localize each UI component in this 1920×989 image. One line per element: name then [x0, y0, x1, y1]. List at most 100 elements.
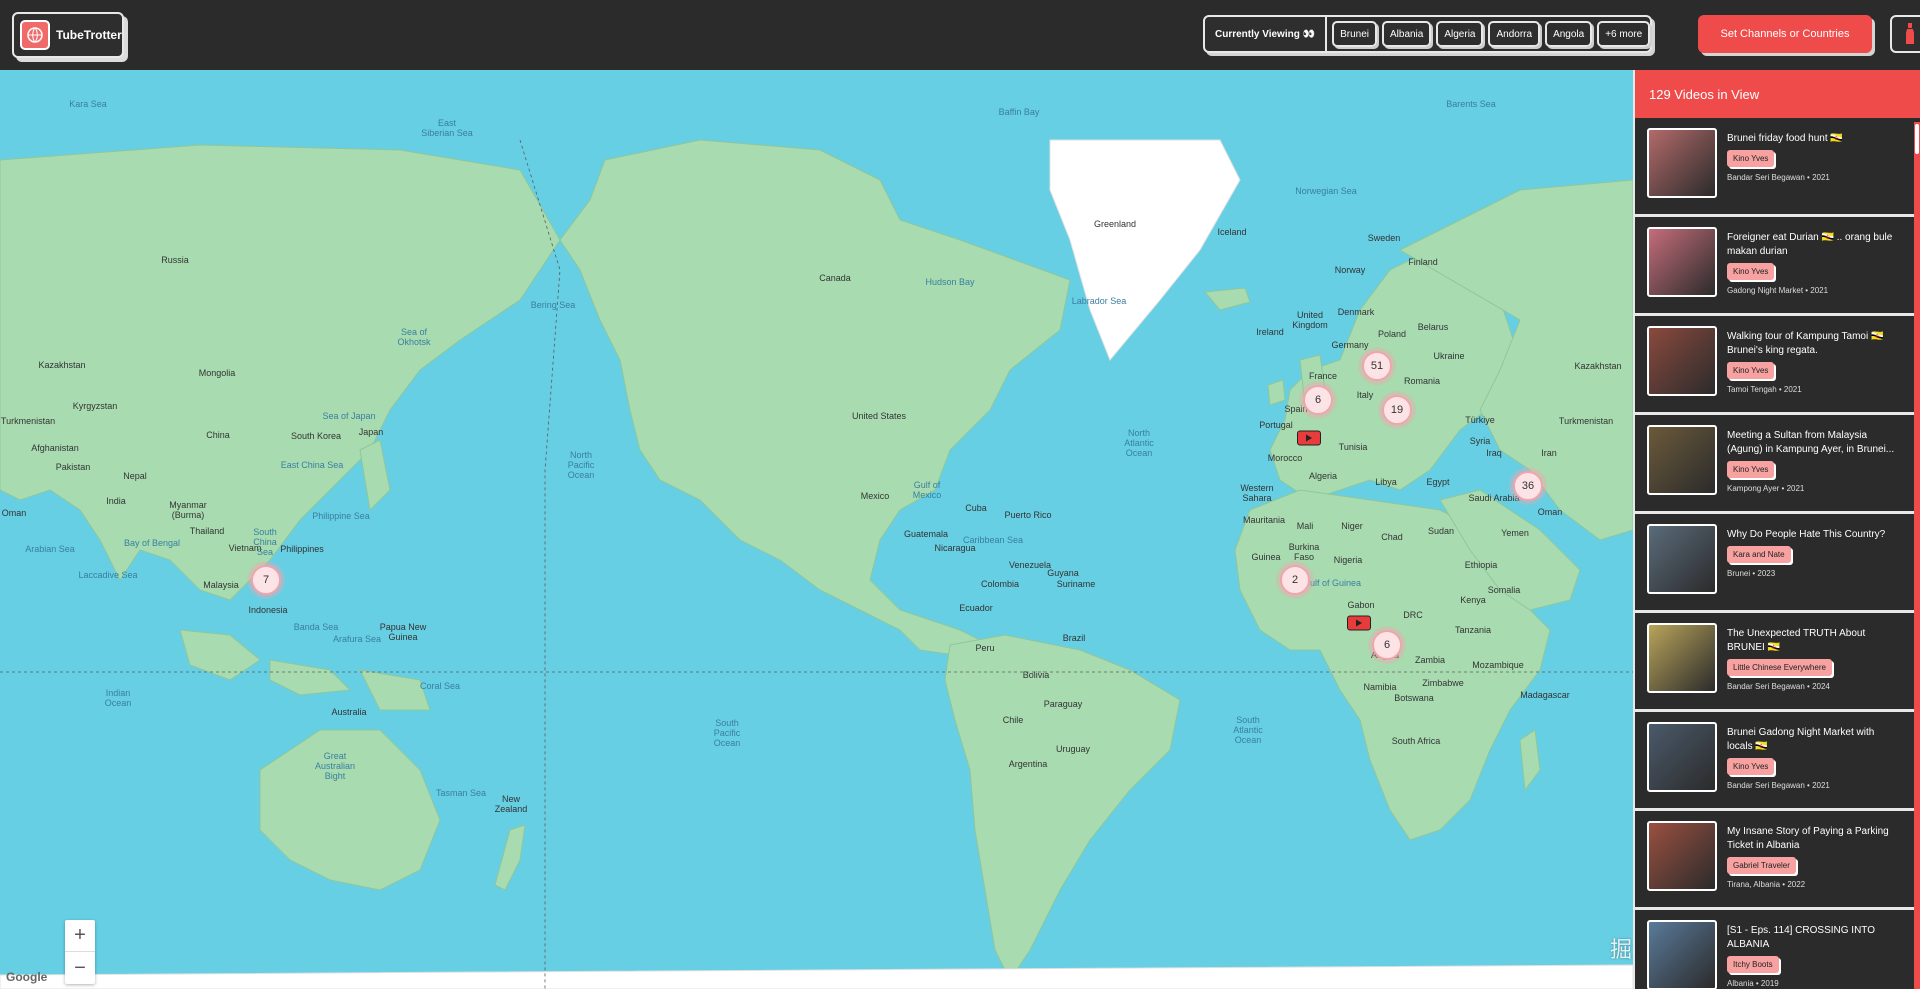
video-thumbnail[interactable] [1647, 920, 1717, 989]
video-card-body: Why Do People Hate This Country? Kara and… [1727, 524, 1897, 578]
map-label-south-africa: South Africa [1391, 736, 1441, 746]
app-logo-button[interactable]: TubeTrotter [12, 12, 124, 58]
channel-chip[interactable]: Kino Yves [1727, 758, 1775, 775]
video-thumbnail[interactable] [1647, 425, 1717, 495]
country-chip-brunei[interactable]: Brunei [1332, 21, 1377, 47]
zoom-in-button[interactable]: + [65, 920, 95, 952]
video-thumbnail[interactable] [1647, 524, 1717, 594]
video-cluster-arabia[interactable]: 36 [1513, 471, 1543, 501]
video-title[interactable]: Foreigner eat Durian 🇧🇳 .. orang bule ma… [1727, 231, 1897, 259]
video-title[interactable]: The Unexpected TRUTH About BRUNEI 🇧🇳 [1727, 627, 1897, 655]
country-chip-algeria[interactable]: Algeria [1436, 21, 1484, 47]
video-title[interactable]: Meeting a Sultan from Malaysia (Agung) i… [1727, 429, 1897, 457]
map-label-chile: Chile [1002, 715, 1024, 725]
sidebar-scrollbar-thumb[interactable] [1915, 124, 1919, 154]
ocean-label-gulf-of-mexico: Gulf of Mexico [912, 480, 942, 500]
video-card[interactable]: Meeting a Sultan from Malaysia (Agung) i… [1635, 415, 1920, 514]
video-list: Brunei friday food hunt 🇧🇳 Kino Yves Banda… [1635, 118, 1920, 989]
bottle-menu-button[interactable] [1890, 15, 1920, 53]
video-location-year: Gadong Night Market • 2021 [1727, 286, 1829, 295]
map-label-zimbabwe: Zimbabwe [1422, 678, 1464, 688]
map-label-turkiye: Türkiye [1465, 415, 1495, 425]
video-title[interactable]: Why Do People Hate This Country? [1727, 528, 1897, 542]
channel-chip[interactable]: Kino Yves [1727, 362, 1775, 379]
channel-chip[interactable]: Kino Yves [1727, 461, 1775, 478]
video-cluster-indonesia[interactable]: 7 [251, 565, 281, 595]
more-countries-chip[interactable]: +6 more [1597, 21, 1651, 47]
google-attribution-logo[interactable]: Google [6, 970, 47, 984]
country-chip-angola[interactable]: Angola [1545, 21, 1593, 47]
map-label-india: India [106, 496, 126, 506]
video-location-year: Bandar Seri Begawan • 2021 [1727, 173, 1830, 182]
video-card[interactable]: My Insane Story of Paying a Parking Tick… [1635, 811, 1920, 910]
map-label-burkina-faso: Burkina Faso [1288, 542, 1320, 562]
map-label-puerto-rico: Puerto Rico [1004, 510, 1052, 520]
map-label-niger: Niger [1341, 521, 1363, 531]
map-label-iceland: Iceland [1217, 227, 1247, 237]
map-label-mali: Mali [1296, 521, 1314, 531]
video-cluster-europe[interactable]: 51 [1362, 351, 1392, 381]
video-card[interactable]: Why Do People Hate This Country? Kara and… [1635, 514, 1920, 613]
set-channels-countries-button[interactable]: Set Channels or Countries [1698, 15, 1872, 53]
sidebar-scrollbar[interactable] [1914, 122, 1920, 989]
map-label-ethiopia: Ethiopia [1464, 560, 1498, 570]
video-cluster-balkans[interactable]: 19 [1382, 395, 1412, 425]
map-label-mozambique: Mozambique [1472, 660, 1524, 670]
ocean-label-north-pacific: North Pacific Ocean [567, 450, 595, 480]
zoom-out-button[interactable]: − [65, 952, 95, 984]
video-thumbnail[interactable] [1647, 623, 1717, 693]
ocean-label-south-pacific: South Pacific Ocean [713, 718, 741, 748]
map-label-france: France [1308, 371, 1338, 381]
video-title[interactable]: Brunei friday food hunt 🇧🇳 [1727, 132, 1897, 146]
channel-chip[interactable]: Gabriel Traveler [1727, 857, 1796, 874]
ocean-label-great-australian-bight: Great Australian Bight [314, 751, 356, 781]
map-label-venezuela: Venezuela [1008, 560, 1052, 570]
country-chip-albania[interactable]: Albania [1381, 21, 1432, 47]
ocean-label-bering-sea: Bering Sea [530, 300, 576, 310]
channel-chip[interactable]: Kino Yves [1727, 150, 1775, 167]
world-map[interactable]: Russia Kazakhstan Mongolia China Kyrgyzs… [0, 70, 1633, 989]
video-location-year: Brunei • 2023 [1727, 569, 1776, 578]
map-label-japan: Japan [358, 427, 384, 437]
channel-chip[interactable]: Little Chinese Everywhere [1727, 659, 1832, 676]
video-cluster-iberia[interactable]: 6 [1303, 385, 1333, 415]
video-card[interactable]: [S1 - Eps. 114] CROSSING INTO ALBANIA Itc… [1635, 910, 1920, 989]
video-thumbnail[interactable] [1647, 821, 1717, 891]
map-label-cuba: Cuba [965, 503, 987, 513]
video-thumbnail[interactable] [1647, 227, 1717, 297]
channel-chip[interactable]: Itchy Boots [1727, 956, 1779, 973]
ocean-label-south-china-sea: South China Sea [253, 527, 277, 557]
ocean-label-labrador-sea: Labrador Sea [1071, 296, 1127, 306]
video-card-body: My Insane Story of Paying a Parking Tick… [1727, 821, 1897, 889]
video-card[interactable]: Brunei friday food hunt 🇧🇳 Kino Yves Banda… [1635, 118, 1920, 217]
video-thumbnail[interactable] [1647, 326, 1717, 396]
video-title[interactable]: [S1 - Eps. 114] CROSSING INTO ALBANIA [1727, 924, 1897, 952]
video-card[interactable]: Foreigner eat Durian 🇧🇳 .. orang bule ma… [1635, 217, 1920, 316]
channel-chip[interactable]: Kino Yves [1727, 263, 1775, 280]
video-card[interactable]: Walking tour of Kampung Tamoi 🇧🇳 Brunei'… [1635, 316, 1920, 415]
map-label-guyana: Guyana [1047, 568, 1079, 578]
video-location-year: Kampong Ayer • 2021 [1727, 484, 1805, 493]
map-label-romania: Romania [1403, 376, 1441, 386]
video-cluster-west-africa[interactable]: 2 [1280, 565, 1310, 595]
map-label-zambia: Zambia [1414, 655, 1446, 665]
video-thumbnail[interactable] [1647, 128, 1717, 198]
video-card[interactable]: The Unexpected TRUTH About BRUNEI 🇧🇳 Litt… [1635, 613, 1920, 712]
video-card-body: Foreigner eat Durian 🇧🇳 .. orang bule ma… [1727, 227, 1897, 295]
ocean-label-east-china-sea: East China Sea [280, 460, 344, 470]
video-thumbnail[interactable] [1647, 722, 1717, 792]
video-marker-angola[interactable] [1347, 615, 1371, 631]
video-marker-algeria[interactable] [1297, 430, 1321, 446]
video-cluster-central-africa[interactable]: 6 [1372, 630, 1402, 660]
map-label-chad: Chad [1381, 532, 1403, 542]
video-title[interactable]: Walking tour of Kampung Tamoi 🇧🇳 Brunei'… [1727, 330, 1897, 358]
ocean-label-barents-sea: Barents Sea [1446, 99, 1496, 109]
map-label-drc: DRC [1403, 610, 1423, 620]
video-title[interactable]: My Insane Story of Paying a Parking Tick… [1727, 825, 1897, 853]
currently-viewing-bar: Currently Viewing 👀 Brunei Albania Alger… [1203, 15, 1652, 53]
video-title[interactable]: Brunei Gadong Night Market with locals 🇧… [1727, 726, 1897, 754]
country-chip-andorra[interactable]: Andorra [1488, 21, 1541, 47]
channel-chip[interactable]: Kara and Nate [1727, 546, 1791, 563]
video-card[interactable]: Brunei Gadong Night Market with locals 🇧… [1635, 712, 1920, 811]
map-label-united-states: United States [851, 411, 907, 421]
